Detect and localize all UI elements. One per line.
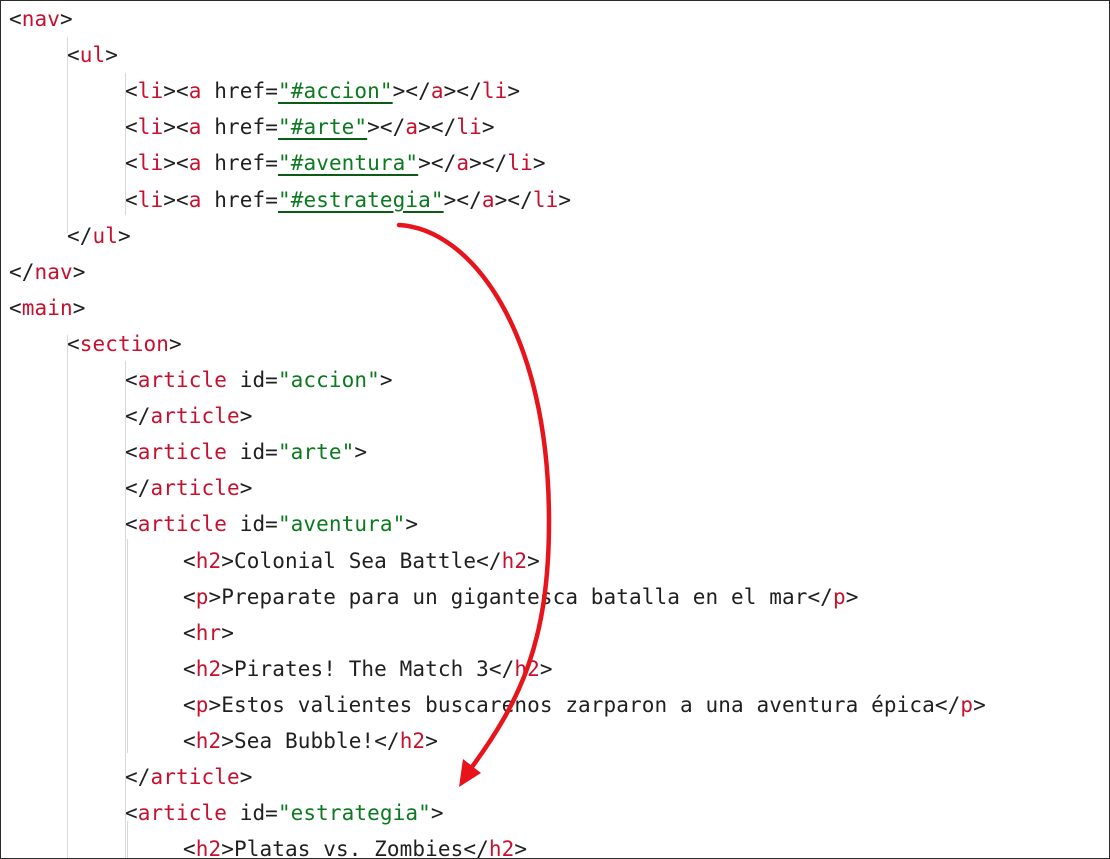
annotation-arrow [396,222,552,787]
arrow-head-icon [459,759,481,787]
code-screenshot-frame: <nav> <ul> <li><a href="#accion"></a></li>… [0,0,1110,859]
arrow-curve [396,222,552,774]
